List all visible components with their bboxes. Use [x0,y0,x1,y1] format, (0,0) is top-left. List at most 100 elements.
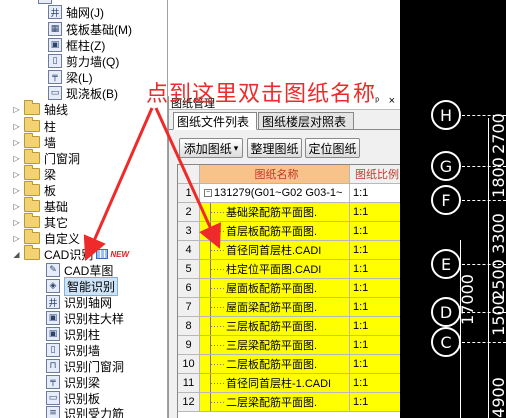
tree-folder-label: 基础 [44,199,69,214]
table-row[interactable]: 3 首层板配筋平面图. 1:1 [178,222,402,241]
drawing-scale-cell[interactable]: 1:1 [350,336,402,355]
dimension-text: 3300 [488,213,506,254]
drawing-name-cell[interactable]: 二层梁配筋平面图. [200,393,350,412]
add-drawing-button[interactable]: 添加图纸 ▾ [179,138,243,158]
new-badge: NEW [96,249,129,259]
axis-bubble-f[interactable]: F [431,185,461,215]
cad-sketch-icon: ✎ [46,263,60,277]
drawing-name-cell[interactable]: 柱定位平面图.CADI [200,260,350,279]
close-icon[interactable]: × [389,95,395,107]
component-tree: 井 轴网(J) ▦ 筏板基础(M) ▣ 框柱(Z) ▯ 剪力墙(Q) ╤ 梁(L… [0,0,168,418]
tree-item-axis-grid[interactable]: 井 轴网(J) [48,3,104,21]
drawing-scale-cell[interactable]: 1:1 [350,393,402,412]
drawing-name-cell[interactable]: 首层板配筋平面图. [200,222,350,241]
tree-folder-label: 门窗洞 [44,151,81,166]
dimension-line [460,240,461,418]
axis-bubble-e[interactable]: E [431,249,461,279]
recognize-wall-icon: ▯ [46,343,60,357]
collapse-icon[interactable]: − [204,189,212,197]
drawing-name-cell[interactable]: 屋面梁配筋平面图. [200,298,350,317]
locate-drawing-button[interactable]: 定位图纸 [305,138,360,158]
table-row[interactable]: 7 屋面梁配筋平面图. 1:1 [178,298,402,317]
drawing-name-cell[interactable]: 首径同首层柱-1.CADI [200,374,350,393]
expand-icon[interactable]: ▷ [12,202,21,211]
row-number: 8 [178,317,200,336]
drawing-name-cell[interactable]: −131279(G01~G02 G03-1~ [200,184,350,203]
expand-icon[interactable]: ▷ [12,138,21,147]
recognize-axis-icon: 井 [46,295,60,309]
table-row[interactable]: 12 二层梁配筋平面图. 1:1 [178,393,402,412]
frame-column-icon: ▣ [48,38,62,52]
table-row[interactable]: 1−131279(G01~G02 G03-1~ 1:1 [178,184,402,203]
column-header-name[interactable]: 图纸名称 [200,165,350,184]
drawing-scale-cell[interactable]: 1:1 [350,184,402,203]
axis-bubble-d[interactable]: D [431,297,461,327]
row-number: 7 [178,298,200,317]
tree-item-recognize-rebar[interactable]: ≡ 识别受力筋 [46,404,124,418]
tab-drawing-file-list[interactable]: 图纸文件列表 [173,112,257,130]
drawing-scale-cell[interactable]: 1:1 [350,374,402,393]
drawing-management-panel: 图纸管理 ᵖ × 图纸文件列表 图纸楼层对照表 添加图纸 ▾ 整理图纸 定位图纸… [168,95,402,418]
tree-folder-label: 轴线 [44,102,69,117]
recognize-door-window-icon: ⊓ [46,359,60,373]
table-row[interactable]: 4 首径同首层柱.CADI 1:1 [178,241,402,260]
tree-item-label: 框柱(Z) [66,38,106,53]
tree-folder-label: 自定义 [44,231,81,246]
row-number: 1 [178,184,200,203]
drawing-name-cell[interactable]: 首径同首层柱.CADI [200,241,350,260]
drawing-scale-cell[interactable]: 1:1 [350,355,402,374]
drawing-scale-cell[interactable]: 1:1 [350,298,402,317]
expand-icon[interactable]: ▷ [12,154,21,163]
drawing-scale-cell[interactable]: 1:1 [350,260,402,279]
tab-drawing-floor-map[interactable]: 图纸楼层对照表 [258,112,354,130]
axis-bubble-c[interactable]: C [431,327,461,357]
column-header-scale[interactable]: 图纸比例 [350,165,402,184]
drawing-scale-cell[interactable]: 1:1 [350,203,402,222]
drawing-name-cell[interactable]: 屋面板配筋平面图. [200,279,350,298]
drawing-scale-cell[interactable]: 1:1 [350,241,402,260]
table-row[interactable]: 9 三层梁配筋平面图. 1:1 [178,336,402,355]
cad-drawing-canvas[interactable]: H G F E D C 2700 1800 3300 2500 1500 490… [400,0,506,418]
tree-folder-label: 墙 [44,135,57,150]
axis-bubble-g[interactable]: G [431,151,461,181]
expand-icon[interactable]: ▷ [12,218,21,227]
axis-grid-icon: 井 [48,5,62,19]
table-row[interactable]: 5 柱定位平面图.CADI 1:1 [178,260,402,279]
tree-item-label: 识别梁 [64,375,101,390]
expand-icon[interactable]: ▷ [12,234,21,243]
expand-icon[interactable]: ▷ [12,170,21,179]
drawing-name-cell[interactable]: 二层板配筋平面图. [200,355,350,374]
slab-icon: ▭ [48,86,62,100]
table-header: 图纸名称 图纸比例 [178,165,402,184]
expand-icon[interactable]: ▷ [12,186,21,195]
tree-folder-axis-line[interactable]: ▷ 轴线 [12,100,68,118]
recognize-column-detail-icon: ▣ [46,311,60,325]
tree-item-label: 识别柱大样 [64,311,125,326]
drawing-scale-cell[interactable]: 1:1 [350,279,402,298]
tree-item-label: 现浇板(B) [66,86,118,101]
instruction-callout: 点到这里双击图纸名称 [146,82,377,107]
expand-icon[interactable]: ▷ [12,105,21,114]
folder-icon [24,100,40,115]
table-row[interactable]: 10 二层板配筋平面图. 1:1 [178,355,402,374]
drawing-name-cell[interactable]: 三层板配筋平面图. [200,317,350,336]
expand-icon[interactable]: ▷ [12,122,21,131]
table-row[interactable]: 8 三层板配筋平面图. 1:1 [178,317,402,336]
table-row[interactable]: 2 基础梁配筋平面图. 1:1 [178,203,402,222]
table-row[interactable]: 6 屋面板配筋平面图. 1:1 [178,279,402,298]
recognize-beam-icon: ╤ [46,375,60,389]
dropdown-arrow-icon[interactable]: ▾ [234,143,239,154]
row-number: 3 [178,222,200,241]
tree-item-label: 识别柱 [64,327,101,342]
folder-icon [24,149,40,164]
table-row[interactable]: 11 首径同首层柱-1.CADI 1:1 [178,374,402,393]
drawing-scale-cell[interactable]: 1:1 [350,222,402,241]
drawing-name-cell[interactable]: 基础梁配筋平面图. [200,203,350,222]
axis-bubble-h[interactable]: H [431,100,461,130]
drawing-scale-cell[interactable]: 1:1 [350,317,402,336]
folder-icon [24,165,40,180]
new-feature-icon [96,249,109,259]
collapse-icon[interactable]: ◢ [12,250,21,259]
organize-drawings-button[interactable]: 整理图纸 [247,138,302,158]
drawing-name-cell[interactable]: 三层梁配筋平面图. [200,336,350,355]
